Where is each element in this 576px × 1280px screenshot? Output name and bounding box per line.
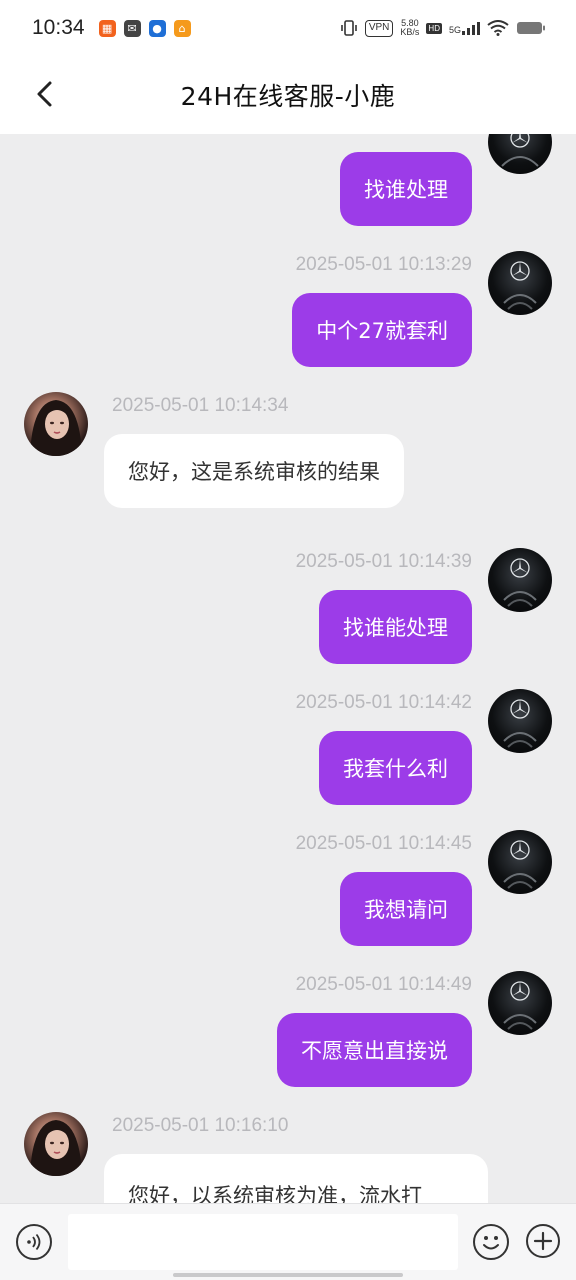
mercedes-logo-icon — [503, 699, 537, 748]
chat-header: 24H在线客服-小鹿 — [0, 56, 576, 134]
agent-avatar[interactable] — [24, 1112, 88, 1176]
message-bubble-outgoing[interactable]: 找谁能处理 — [319, 590, 472, 664]
emoji-button[interactable] — [473, 1224, 509, 1260]
message-timestamp: 2025-05-01 10:14:34 — [112, 395, 289, 416]
page-title: 24H在线客服-小鹿 — [180, 82, 396, 111]
back-button[interactable] — [28, 78, 60, 110]
mercedes-logo-icon — [501, 134, 539, 167]
vpn-badge: VPN — [364, 19, 394, 37]
wifi-icon — [487, 20, 509, 36]
user-avatar[interactable] — [488, 548, 552, 612]
mercedes-logo-icon — [503, 558, 537, 607]
mail-notification-icon: ✉ — [123, 19, 141, 37]
chevron-left-icon — [37, 81, 52, 107]
message-bubble-outgoing[interactable]: 我套什么利 — [319, 731, 472, 805]
message-timestamp: 2025-05-01 10:14:39 — [295, 551, 472, 572]
more-actions-button[interactable] — [526, 1224, 560, 1258]
message-text-input[interactable] — [68, 1214, 458, 1270]
app-notification-icon: ▦ — [98, 19, 116, 37]
status-time: 10:34 — [32, 16, 85, 39]
message-bubble-outgoing[interactable]: 找谁处理 — [340, 152, 472, 226]
message-bubble-incoming[interactable]: 您好，以系统审核为准，流水打 — [104, 1154, 488, 1203]
user-avatar[interactable] — [488, 134, 552, 174]
mercedes-logo-icon — [503, 261, 537, 310]
message-bubble-outgoing[interactable]: 我想请问 — [340, 872, 472, 946]
user-avatar[interactable] — [488, 971, 552, 1035]
signal-icon: 5G — [449, 21, 480, 35]
user-avatar[interactable] — [488, 251, 552, 315]
vibrate-icon — [341, 20, 357, 36]
hd-badge: HD — [426, 22, 442, 34]
chat-message-list[interactable]: 找谁处理 2025-05-01 10:13:29 中个27就套利 2025-05… — [0, 134, 576, 1203]
voice-input-button[interactable] — [16, 1224, 52, 1260]
battery-icon — [517, 22, 545, 34]
message-bubble-incoming[interactable]: 您好，这是系统审核的结果 — [104, 434, 404, 508]
status-bar: 10:34 ▦ ✉ ● ⌂ VPN 5.80 KB/s HD 5G — [0, 0, 576, 56]
home-indicator[interactable] — [173, 1273, 403, 1277]
smiley-icon — [483, 1236, 499, 1250]
message-timestamp: 2025-05-01 10:14:45 — [295, 833, 472, 854]
home-notification-icon: ⌂ — [173, 19, 191, 37]
agent-avatar[interactable] — [24, 392, 88, 456]
message-timestamp: 2025-05-01 10:16:10 — [112, 1115, 289, 1136]
message-bubble-outgoing[interactable]: 中个27就套利 — [292, 293, 472, 367]
mercedes-logo-icon — [503, 840, 537, 889]
network-speed: 5.80 KB/s — [400, 18, 420, 37]
bank-notification-icon: ● — [148, 19, 166, 37]
message-input-bar — [0, 1203, 576, 1280]
mercedes-logo-icon — [503, 981, 537, 1030]
user-avatar[interactable] — [488, 689, 552, 753]
agent-portrait-icon — [30, 1120, 82, 1176]
agent-portrait-icon — [30, 400, 82, 456]
message-timestamp: 2025-05-01 10:13:29 — [295, 254, 472, 275]
voice-icon — [27, 1233, 41, 1251]
message-bubble-outgoing[interactable]: 不愿意出直接说 — [277, 1013, 472, 1087]
plus-icon — [533, 1231, 553, 1251]
user-avatar[interactable] — [488, 830, 552, 894]
message-timestamp: 2025-05-01 10:14:42 — [295, 692, 472, 713]
message-timestamp: 2025-05-01 10:14:49 — [295, 974, 472, 995]
notification-icons: ▦ ✉ ● ⌂ — [98, 19, 191, 37]
